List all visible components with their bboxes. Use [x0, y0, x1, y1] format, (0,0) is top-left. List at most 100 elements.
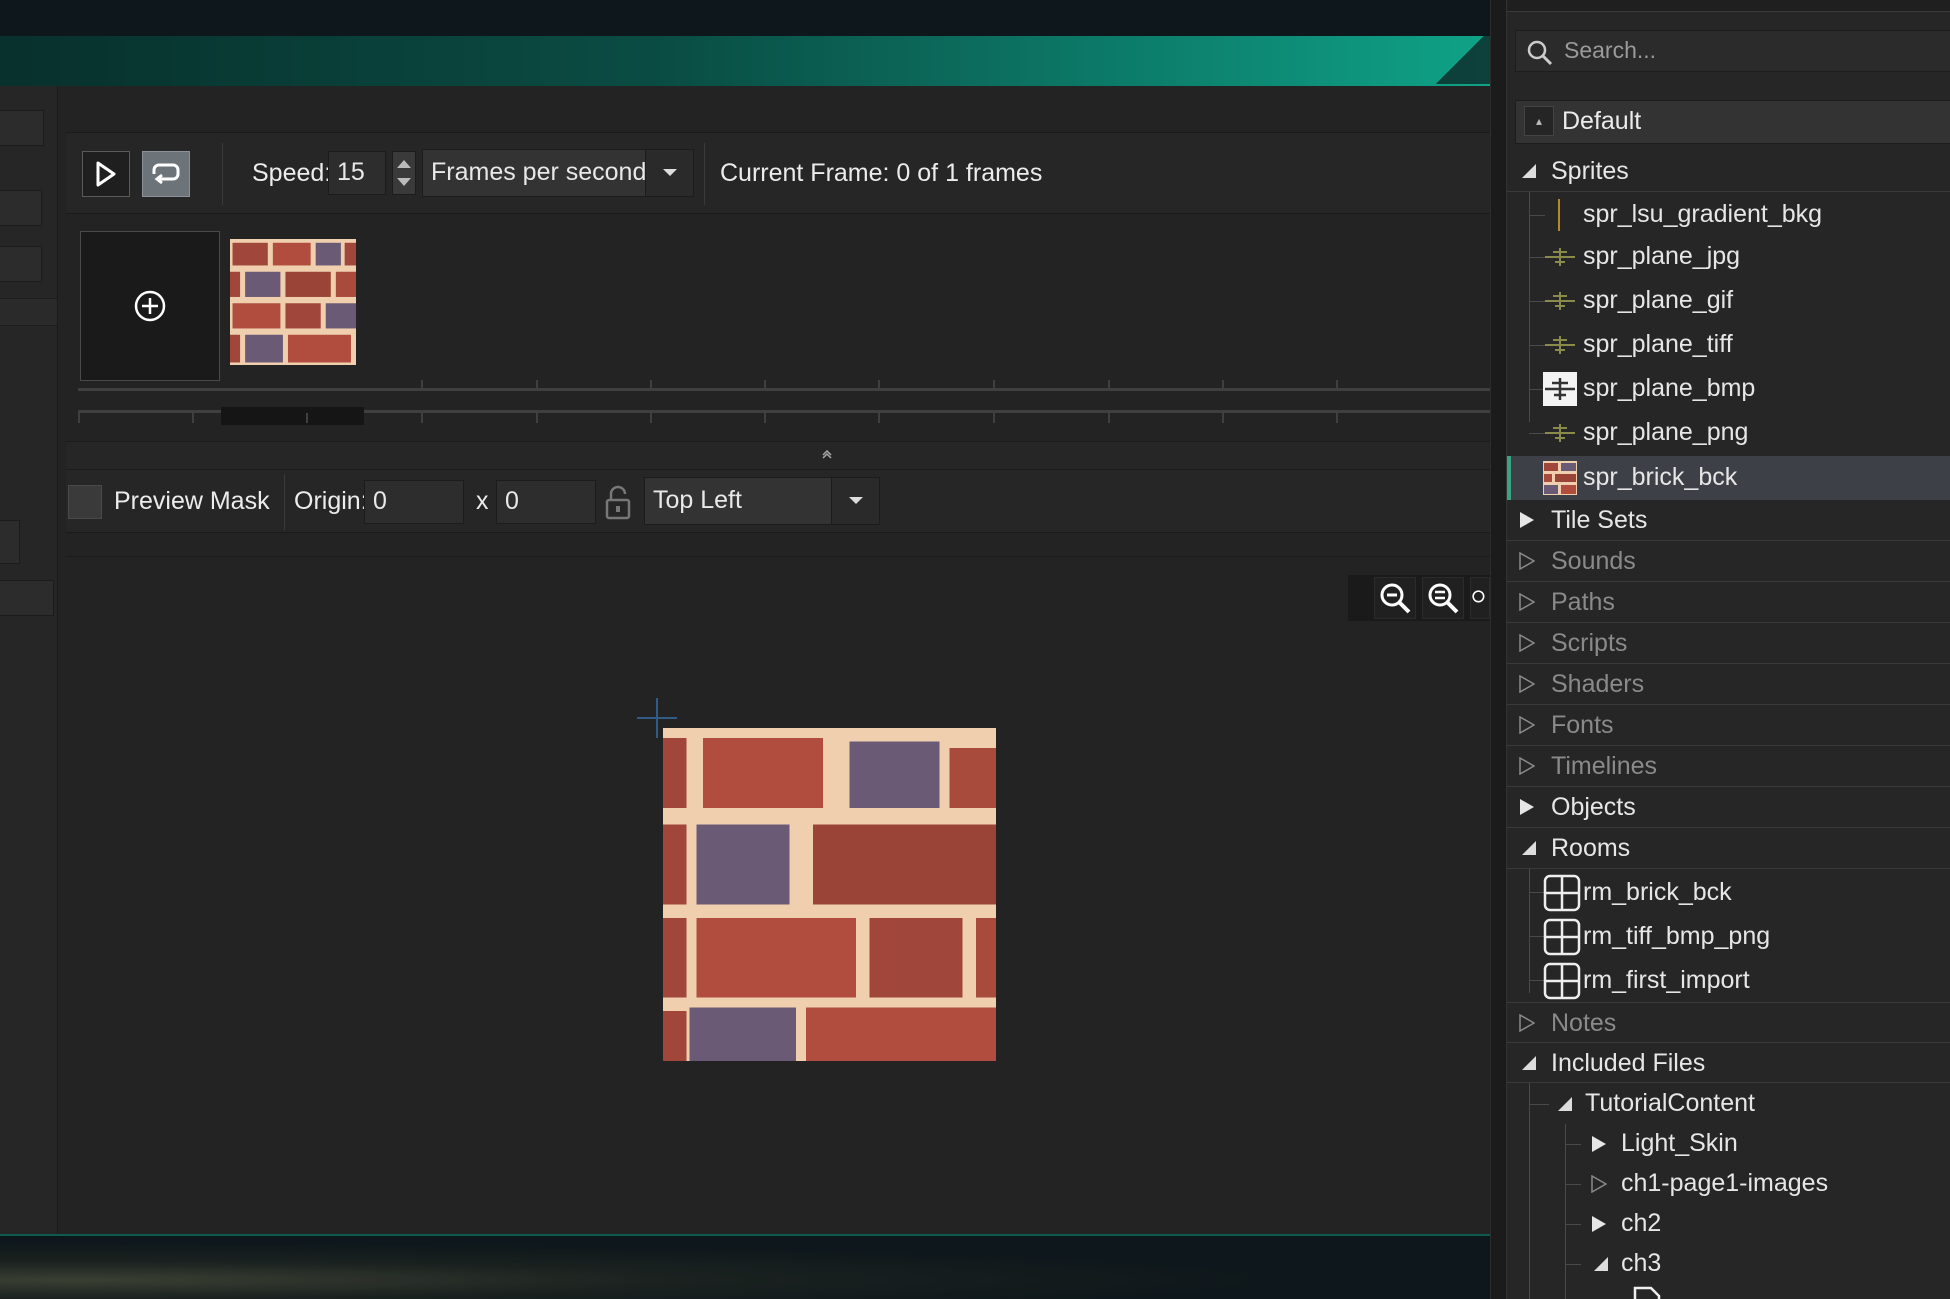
tree-group-label: Fonts: [1551, 711, 1614, 739]
dock-field[interactable]: [0, 246, 42, 282]
bottom-status-band: [0, 1234, 1490, 1299]
expanded-triangle-icon: [1522, 1056, 1536, 1070]
origin-separator: x: [476, 487, 489, 515]
play-icon: [96, 161, 116, 187]
tree-folder-label: ch3: [1621, 1249, 1662, 1277]
tree-folder-light-skin[interactable]: Light_Skin: [1507, 1124, 1950, 1164]
expanded-triangle-icon: [1522, 841, 1536, 855]
tree-group-sounds[interactable]: Sounds: [1507, 541, 1950, 582]
collapsed-triangle-icon: [1520, 512, 1534, 528]
tree-group-scripts[interactable]: Scripts: [1507, 623, 1950, 664]
tree-group-objects[interactable]: Objects: [1507, 787, 1950, 828]
frames-strip: [66, 215, 1490, 441]
sprite-canvas[interactable]: [66, 556, 1490, 1234]
selection-marker: [1507, 456, 1511, 500]
tree-item-sprite-selected[interactable]: spr_brick_bck: [1507, 456, 1950, 500]
toolbar-separator: [284, 474, 285, 530]
tree-group-included-files[interactable]: Included Files: [1507, 1043, 1950, 1083]
timeline-tick: [1222, 380, 1224, 390]
origin-y-input[interactable]: 0: [496, 480, 596, 524]
play-button[interactable]: [82, 151, 130, 197]
collapsed-triangle-icon: [1519, 675, 1535, 693]
collapse-up-icon: [822, 450, 832, 459]
tree-item-label: spr_plane_png: [1583, 418, 1749, 446]
tree-item-sprite[interactable]: spr_lsu_gradient_bkg: [1507, 194, 1950, 236]
zoom-reset-icon: [1428, 583, 1459, 614]
tree-group-shaders[interactable]: Shaders: [1507, 664, 1950, 705]
tree-folder-tutorialcontent[interactable]: TutorialContent: [1507, 1084, 1950, 1124]
playback-toolbar: Speed: 15 Frames per second Current Fram…: [66, 132, 1490, 214]
speed-unit-value: Frames per second: [431, 158, 647, 186]
tree-item-sprite[interactable]: spr_plane_bmp: [1507, 368, 1950, 410]
timeline-tick: [78, 413, 80, 423]
tree-folder-ch1-page1-images[interactable]: ch1-page1-images: [1507, 1164, 1950, 1204]
tree-item-label: spr_plane_tiff: [1583, 330, 1733, 358]
origin-x-input[interactable]: 0: [364, 480, 464, 524]
tree-group-rooms[interactable]: Rooms: [1507, 828, 1950, 869]
tree-group-label: Rooms: [1551, 834, 1631, 862]
dock-dropdown[interactable]: [0, 520, 20, 564]
speed-unit-select[interactable]: Frames per second: [422, 149, 694, 197]
tree-group-paths[interactable]: Paths: [1507, 582, 1950, 623]
resource-tree-panel: Search... ▴ Default Sprites spr_lsu_grad…: [1506, 0, 1950, 1299]
panel-splitter[interactable]: [66, 441, 1490, 469]
tree-item-sprite[interactable]: spr_plane_tiff: [1507, 324, 1950, 366]
tree-item-sprite[interactable]: spr_plane_gif: [1507, 280, 1950, 322]
tree-item-label: spr_lsu_gradient_bkg: [1583, 200, 1823, 228]
tree-group-notes[interactable]: Notes: [1507, 1002, 1950, 1043]
tree-group-fonts[interactable]: Fonts: [1507, 705, 1950, 746]
panel-splitter-vertical[interactable]: [1490, 0, 1506, 1299]
tree-item-room[interactable]: rm_first_import: [1507, 958, 1950, 1002]
tree-folder-label: ch2: [1621, 1209, 1662, 1237]
tree-folder-ch3[interactable]: ch3: [1507, 1244, 1950, 1284]
add-frame-button[interactable]: [80, 231, 220, 381]
tree-item-room[interactable]: rm_tiff_bmp_png: [1507, 914, 1950, 958]
window-title-bar[interactable]: [0, 36, 1490, 86]
timeline-tick: [1108, 413, 1110, 423]
zoom-in-button[interactable]: [1470, 577, 1490, 619]
timeline-tick: [1336, 380, 1338, 390]
zoom-in-icon: [1472, 590, 1485, 603]
dock-field[interactable]: [0, 190, 42, 226]
timeline-tick: [306, 413, 308, 423]
origin-toolbar: Preview Mask Origin: 0 x 0 Top Left: [66, 469, 1490, 533]
tree-group-timelines[interactable]: Timelines: [1507, 746, 1950, 787]
tree-group-label: Included Files: [1551, 1049, 1706, 1077]
tree-item-sprite[interactable]: spr_plane_jpg: [1507, 236, 1950, 278]
loop-icon: [152, 163, 180, 185]
tree-item-room[interactable]: rm_brick_bck: [1507, 870, 1950, 914]
tree-guide: [1565, 1264, 1581, 1265]
tree-item-label: rm_tiff_bmp_png: [1583, 922, 1771, 950]
frame-thumbnail[interactable]: [230, 239, 356, 365]
frame-timeline[interactable]: [78, 373, 1490, 425]
tree-item-label: spr_plane_gif: [1583, 286, 1734, 314]
speed-spinner[interactable]: [392, 151, 416, 195]
preview-mask-checkbox[interactable]: [68, 485, 102, 519]
collapsed-triangle-icon: [1519, 716, 1535, 734]
timeline-tick: [1222, 413, 1224, 423]
tree-guide: [1565, 1144, 1581, 1145]
timeline-current-frame: [221, 407, 364, 425]
tree-item-sprite[interactable]: spr_plane_png: [1507, 412, 1950, 454]
tree-item-label: spr_plane_jpg: [1583, 242, 1741, 270]
timeline-tick: [764, 380, 766, 390]
tree-group-sprites[interactable]: Sprites: [1507, 152, 1950, 192]
dock-field[interactable]: [0, 110, 44, 146]
loop-button[interactable]: [142, 151, 190, 197]
unlock-icon[interactable]: [604, 484, 632, 520]
collapsed-triangle-icon: [1520, 799, 1534, 815]
tree-guide: [1565, 1184, 1581, 1185]
origin-preset-select[interactable]: Top Left: [644, 477, 880, 525]
tree-group-tile-sets[interactable]: Tile Sets: [1507, 500, 1950, 541]
tree-folder-ch2[interactable]: ch2: [1507, 1204, 1950, 1244]
speed-input[interactable]: 15: [328, 151, 386, 195]
tree-guide: [1565, 1224, 1581, 1225]
search-icon: [1527, 40, 1553, 66]
sprite-preview-image: [663, 728, 996, 1061]
search-input[interactable]: Search...: [1515, 30, 1950, 72]
plane-bmp-sprite-icon: [1543, 372, 1577, 406]
zoom-reset-button[interactable]: [1422, 577, 1464, 619]
resource-view-select[interactable]: ▴ Default: [1515, 100, 1950, 144]
zoom-out-button[interactable]: [1374, 577, 1416, 619]
dock-field[interactable]: [0, 580, 54, 616]
